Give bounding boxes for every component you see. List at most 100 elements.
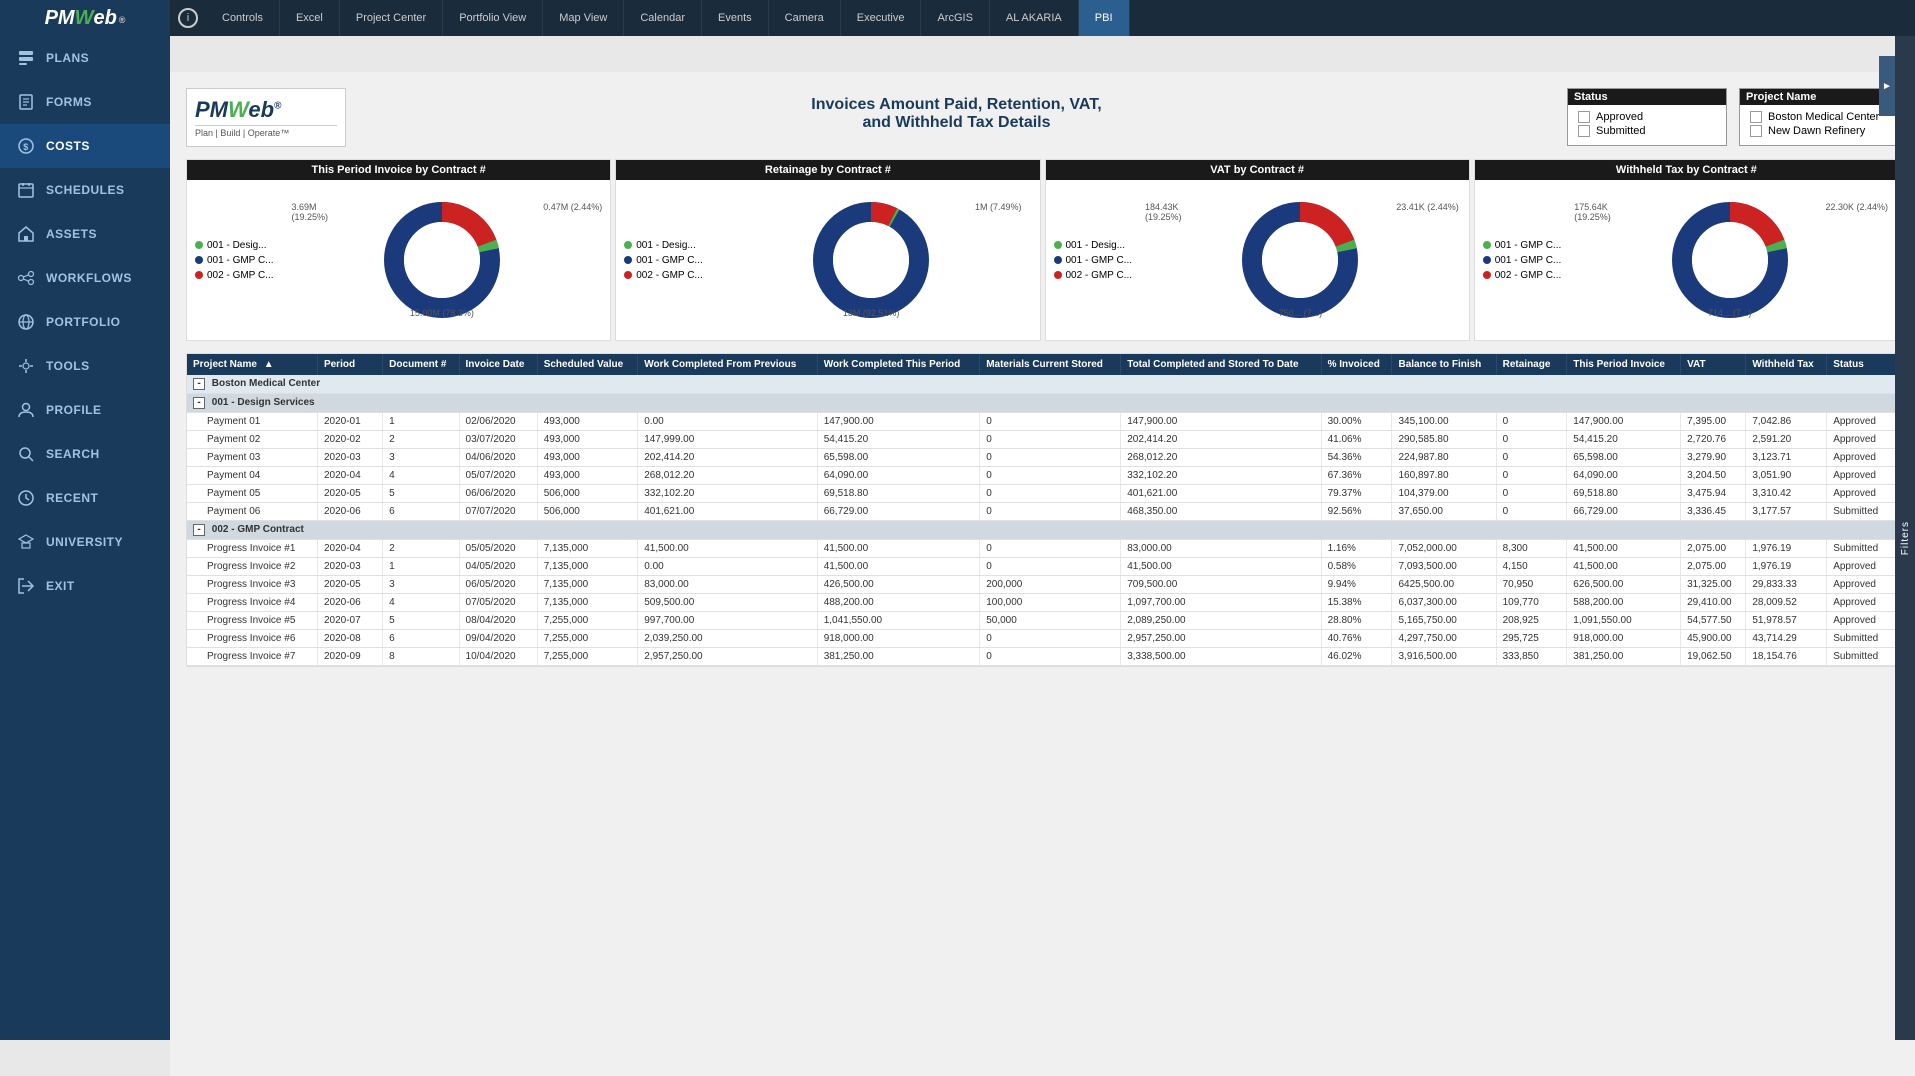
col-balance[interactable]: Balance to Finish: [1392, 354, 1496, 375]
nav-project-center[interactable]: Project Center: [340, 0, 443, 36]
chart4-label-bottom: 714... (7...): [1708, 308, 1752, 318]
table-row[interactable]: Payment 062020-06607/07/2020506,000401,6…: [187, 503, 1898, 521]
table-row[interactable]: Payment 052020-05506/06/2020506,000332,1…: [187, 485, 1898, 503]
nav-camera[interactable]: Camera: [769, 0, 841, 36]
table-row[interactable]: Progress Invoice #12020-04205/05/20207,1…: [187, 540, 1898, 558]
table-row[interactable]: Progress Invoice #72020-09810/04/20207,2…: [187, 648, 1898, 666]
chart-this-period-invoice: This Period Invoice by Contract # 001 - …: [186, 159, 611, 341]
cell-1: 2020-06: [317, 594, 382, 612]
cell-15: Approved: [1827, 449, 1898, 467]
sidebar-item-recent[interactable]: RECENT: [0, 476, 170, 520]
col-work-this[interactable]: Work Completed This Period: [817, 354, 980, 375]
nav-map-view[interactable]: Map View: [543, 0, 624, 36]
chart2-title: Retainage by Contract #: [616, 160, 1039, 180]
status-approved-checkbox[interactable]: [1578, 111, 1590, 123]
nav-alakaria[interactable]: AL AKARIA: [990, 0, 1079, 36]
project-bmc-checkbox[interactable]: [1750, 111, 1762, 123]
nav-calendar[interactable]: Calendar: [624, 0, 702, 36]
sidebar-item-workflows[interactable]: WORKFLOWS: [0, 256, 170, 300]
col-vat[interactable]: VAT: [1681, 354, 1746, 375]
table-row[interactable]: Payment 042020-04405/07/2020493,000268,0…: [187, 467, 1898, 485]
app-logo[interactable]: PMWeb ®: [0, 0, 170, 36]
cell-1: 2020-04: [317, 540, 382, 558]
sidebar-item-assets[interactable]: ASSETS: [0, 212, 170, 256]
nav-executive[interactable]: Executive: [841, 0, 922, 36]
cell-6: 381,250.00: [817, 648, 980, 666]
group-collapse-btn[interactable]: -: [193, 378, 205, 390]
col-scheduled-value[interactable]: Scheduled Value: [537, 354, 638, 375]
nav-pbi[interactable]: PBI: [1079, 0, 1130, 36]
cell-7: 0: [980, 485, 1121, 503]
sidebar-item-costs[interactable]: $ COSTS: [0, 124, 170, 168]
chart1-donut-wrapper: 3.69M(19.25%) 0.47M (2.44%) 15.00M (78.3…: [282, 200, 603, 320]
table-row[interactable]: Payment 022020-02203/07/2020493,000147,9…: [187, 431, 1898, 449]
filters-label: Filters: [1900, 521, 1911, 555]
table-body: - Boston Medical Center- 001 - Design Se…: [187, 375, 1898, 666]
project-bmc-option[interactable]: Boston Medical Center: [1750, 111, 1888, 123]
section-collapse-btn[interactable]: -: [193, 524, 205, 536]
cell-15: Approved: [1827, 467, 1898, 485]
cell-3: 06/06/2020: [459, 485, 537, 503]
col-work-prev[interactable]: Work Completed From Previous: [638, 354, 817, 375]
col-materials[interactable]: Materials Current Stored: [980, 354, 1121, 375]
status-submitted-option[interactable]: Submitted: [1578, 125, 1716, 137]
col-this-period[interactable]: This Period Invoice: [1567, 354, 1681, 375]
tools-icon: [16, 356, 36, 376]
nav-events[interactable]: Events: [702, 0, 769, 36]
chart3-label-topright: 23.41K (2.44%): [1396, 202, 1459, 212]
col-total-completed[interactable]: Total Completed and Stored To Date: [1121, 354, 1321, 375]
recent-icon: [16, 488, 36, 508]
col-period[interactable]: Period: [317, 354, 382, 375]
nav-portfolio-view[interactable]: Portfolio View: [443, 0, 543, 36]
collapse-side-panel[interactable]: ►: [1879, 56, 1895, 116]
cell-8: 41,500.00: [1121, 558, 1321, 576]
sidebar-item-search[interactable]: SEARCH: [0, 432, 170, 476]
nav-arcgis[interactable]: ArcGIS: [921, 0, 989, 36]
section-collapse-btn[interactable]: -: [193, 397, 205, 409]
nav-controls[interactable]: Controls: [206, 0, 280, 36]
sidebar-item-plans[interactable]: PLANS: [0, 36, 170, 80]
col-retainage[interactable]: Retainage: [1496, 354, 1567, 375]
sidebar-item-forms[interactable]: FORMS: [0, 80, 170, 124]
col-invoice-date[interactable]: Invoice Date: [459, 354, 537, 375]
col-document[interactable]: Document #: [383, 354, 459, 375]
table-row[interactable]: Progress Invoice #22020-03104/05/20207,1…: [187, 558, 1898, 576]
status-filter-title: Status: [1568, 89, 1726, 105]
status-submitted-checkbox[interactable]: [1578, 125, 1590, 137]
project-ndr-checkbox[interactable]: [1750, 125, 1762, 137]
col-pct-invoiced[interactable]: % Invoiced: [1321, 354, 1392, 375]
status-approved-option[interactable]: Approved: [1578, 111, 1716, 123]
table-row[interactable]: Progress Invoice #32020-05306/05/20207,1…: [187, 576, 1898, 594]
sidebar-item-profile[interactable]: PROFILE: [0, 388, 170, 432]
cell-10: 6425,500.00: [1392, 576, 1496, 594]
table-row[interactable]: Progress Invoice #42020-06407/05/20207,1…: [187, 594, 1898, 612]
col-status[interactable]: Status: [1827, 354, 1898, 375]
cell-2: 1: [383, 413, 459, 431]
table-row[interactable]: Progress Invoice #62020-08609/04/20207,2…: [187, 630, 1898, 648]
nav-excel[interactable]: Excel: [280, 0, 340, 36]
search-icon: [16, 444, 36, 464]
cell-12: 147,900.00: [1567, 413, 1681, 431]
col-withheld[interactable]: Withheld Tax: [1746, 354, 1827, 375]
chart4-label-topleft: 175.64K(19.25%): [1574, 202, 1611, 222]
col-project-name[interactable]: Project Name ▲: [187, 354, 317, 375]
chart1-legend-label-1: 001 - Desig...: [207, 240, 266, 251]
sidebar-item-exit[interactable]: EXIT: [0, 564, 170, 608]
sidebar-label-university: UNIVERSITY: [46, 535, 123, 549]
cell-4: 7,255,000: [537, 612, 638, 630]
chart1-legend-label-2: 001 - GMP C...: [207, 255, 274, 266]
table-row[interactable]: Payment 032020-03304/06/2020493,000202,4…: [187, 449, 1898, 467]
filters-panel[interactable]: Filters: [1895, 36, 1915, 1040]
table-row[interactable]: Payment 012020-01102/06/2020493,0000.001…: [187, 413, 1898, 431]
status-filter: Status Approved Submitted: [1567, 88, 1727, 146]
cell-3: 08/04/2020: [459, 612, 537, 630]
sidebar-item-schedules[interactable]: SCHEDULES: [0, 168, 170, 212]
cell-9: 54.36%: [1321, 449, 1392, 467]
table-row[interactable]: Progress Invoice #52020-07508/04/20207,2…: [187, 612, 1898, 630]
sidebar-item-university[interactable]: UNIVERSITY: [0, 520, 170, 564]
info-icon[interactable]: i: [178, 8, 198, 28]
project-ndr-option[interactable]: New Dawn Refinery: [1750, 125, 1888, 137]
sidebar-item-portfolio[interactable]: PORTFOLIO: [0, 300, 170, 344]
chart1-legend-2: 001 - GMP C...: [195, 255, 274, 266]
sidebar-item-tools[interactable]: TOOLS: [0, 344, 170, 388]
